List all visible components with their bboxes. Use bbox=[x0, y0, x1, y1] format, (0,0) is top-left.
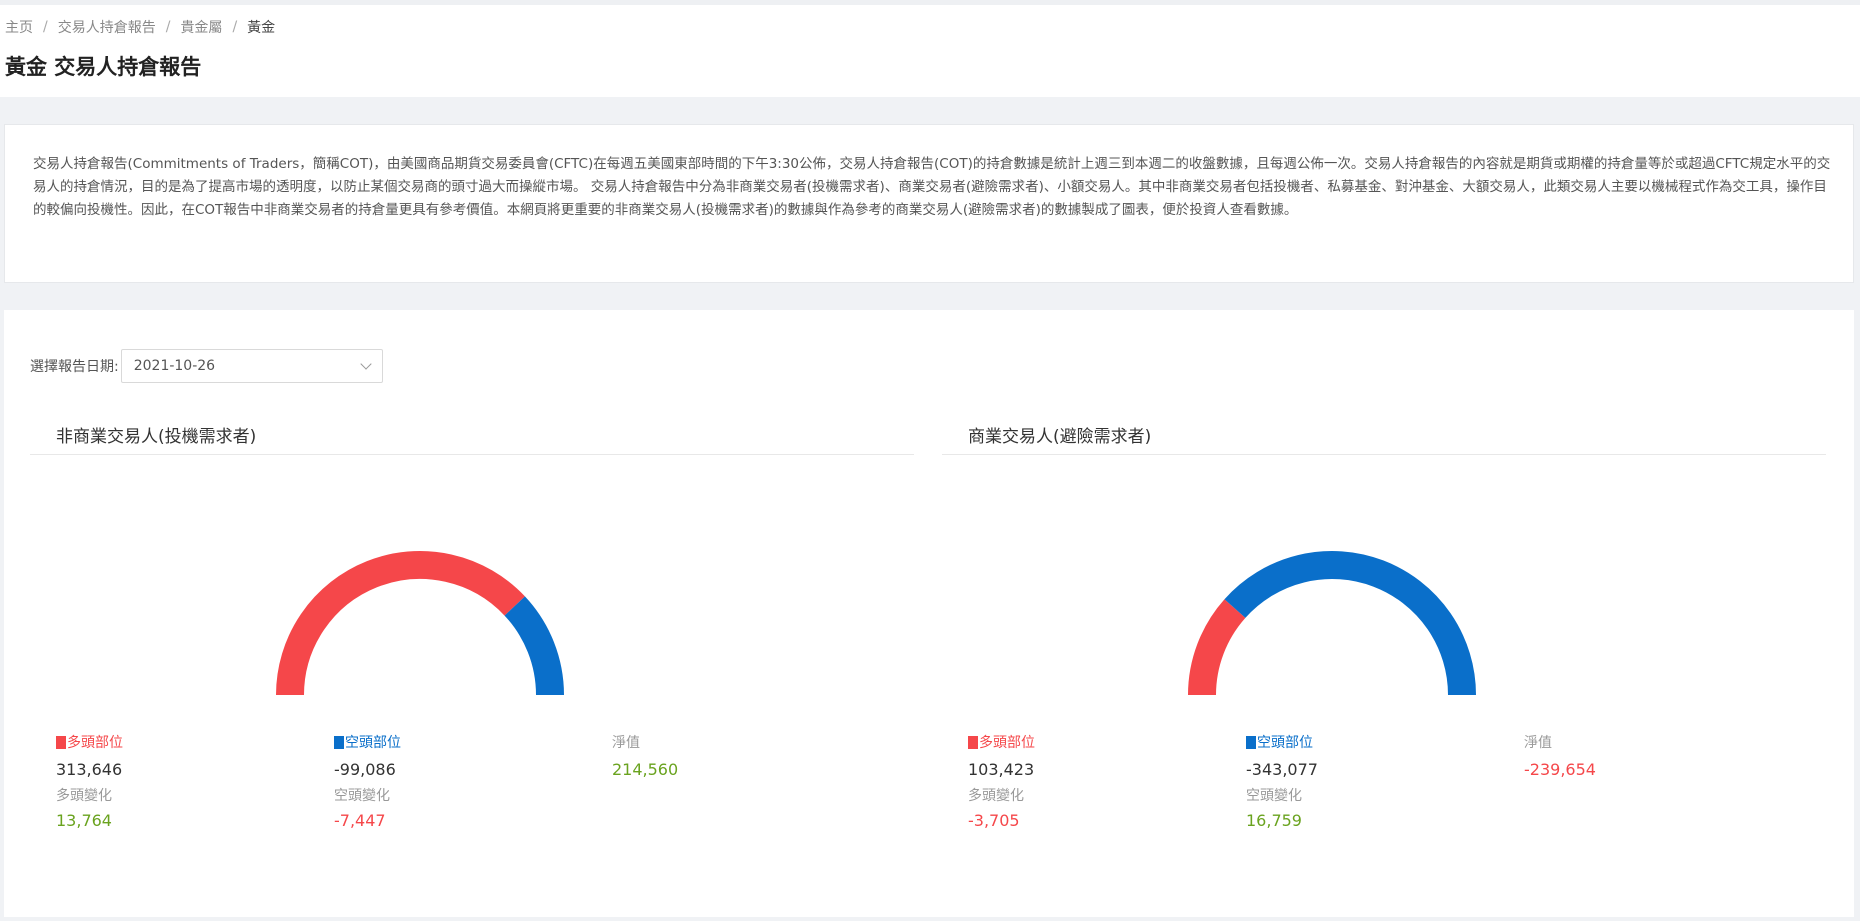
position-gauge bbox=[1188, 551, 1476, 695]
long-arc bbox=[1188, 599, 1246, 695]
date-selector-row: 選擇報告日期: 2021-10-26 bbox=[30, 349, 383, 383]
position-gauge bbox=[276, 551, 564, 695]
long-change-label: 多頭變化 bbox=[968, 788, 1024, 804]
short-position-value: -99,086 bbox=[334, 760, 396, 779]
non-commercial-panel: 非商業交易人(投機需求者) 多頭部位 313,646 多頭變化 13,764 空… bbox=[30, 410, 914, 890]
short-change-label: 空頭變化 bbox=[334, 788, 390, 804]
net-label: 淨值 bbox=[1524, 735, 1552, 751]
long-position-label: 多頭部位 bbox=[56, 732, 316, 752]
long-color-swatch bbox=[968, 735, 978, 749]
short-arc bbox=[504, 596, 564, 695]
intro-card: 交易人持倉報告(Commitments of Traders，簡稱COT)，由美… bbox=[4, 124, 1854, 283]
breadcrumb-cot[interactable]: 交易人持倉報告 bbox=[58, 17, 156, 37]
long-change-value: 13,764 bbox=[56, 811, 112, 830]
short-position-value: -343,077 bbox=[1246, 760, 1318, 779]
net-label: 淨值 bbox=[612, 735, 640, 751]
breadcrumb-precious-metals[interactable]: 貴金屬 bbox=[180, 17, 222, 37]
report-date-select[interactable]: 2021-10-26 bbox=[120, 349, 383, 383]
main-card: 選擇報告日期: 2021-10-26 非商業交易人(投機需求者) 多頭部位 31… bbox=[4, 310, 1854, 917]
short-position-label: 空頭部位 bbox=[1246, 732, 1506, 752]
commercial-panel: 商業交易人(避險需求者) 多頭部位 103,423 多頭變化 -3,705 空頭… bbox=[942, 410, 1826, 890]
panel-title: 商業交易人(避險需求者) bbox=[968, 427, 1152, 447]
long-arc bbox=[276, 551, 525, 695]
short-change-value: 16,759 bbox=[1246, 811, 1302, 830]
panel-title: 非商業交易人(投機需求者) bbox=[56, 427, 257, 447]
breadcrumb-home[interactable]: 主页 bbox=[5, 17, 33, 37]
long-position-label: 多頭部位 bbox=[968, 732, 1228, 752]
net-value: -239,654 bbox=[1524, 760, 1596, 779]
short-arc bbox=[1224, 551, 1476, 695]
breadcrumb-current: 黃金 bbox=[247, 20, 276, 36]
page-title: 黃金 交易人持倉報告 bbox=[5, 55, 202, 79]
intro-text: 交易人持倉報告(Commitments of Traders，簡稱COT)，由美… bbox=[33, 156, 1831, 218]
short-change-value: -7,447 bbox=[334, 811, 386, 830]
page-header: 主页 / 交易人持倉報告 / 貴金屬 / 黃金 黃金 交易人持倉報告 bbox=[0, 5, 1860, 97]
report-date-value: 2021-10-26 bbox=[133, 358, 216, 374]
chevron-down-icon bbox=[360, 358, 372, 370]
short-position-label: 空頭部位 bbox=[334, 732, 594, 752]
date-label: 選擇報告日期: bbox=[30, 359, 119, 375]
short-color-swatch bbox=[334, 735, 344, 749]
short-color-swatch bbox=[1246, 735, 1256, 749]
long-change-label: 多頭變化 bbox=[56, 788, 112, 804]
breadcrumb: 主页 / 交易人持倉報告 / 貴金屬 / 黃金 bbox=[5, 17, 276, 37]
net-value: 214,560 bbox=[612, 760, 679, 779]
long-color-swatch bbox=[56, 735, 66, 749]
long-change-value: -3,705 bbox=[968, 811, 1020, 830]
long-position-value: 103,423 bbox=[968, 760, 1035, 779]
short-change-label: 空頭變化 bbox=[1246, 788, 1302, 804]
long-position-value: 313,646 bbox=[56, 760, 123, 779]
